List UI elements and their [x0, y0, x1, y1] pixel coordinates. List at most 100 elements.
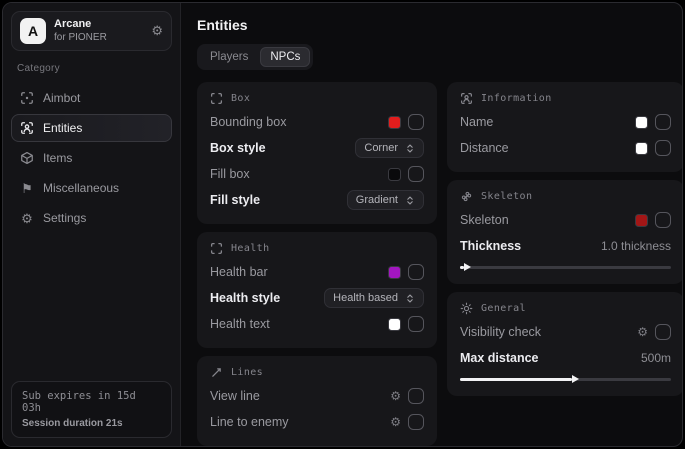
- card-box: Box Bounding box Box style Corner Fill b…: [197, 82, 437, 224]
- card-title: Information: [481, 93, 552, 104]
- color-swatch[interactable]: [388, 318, 401, 331]
- subscription-info: Sub expires in 15d 03h Session duration …: [11, 381, 172, 438]
- gear-icon: ⚙: [20, 212, 34, 225]
- app-subtitle: for PIONER: [54, 32, 143, 45]
- checkbox[interactable]: [408, 264, 424, 280]
- setting-row: Name: [460, 109, 671, 135]
- person-scan-icon: [460, 92, 473, 105]
- chevrons-up-down-icon: [405, 195, 415, 206]
- checkbox[interactable]: [655, 114, 671, 130]
- main-content: Entities Players NPCs Box Bounding box: [181, 3, 683, 446]
- checkbox[interactable]: [655, 140, 671, 156]
- sub-expiry-text: Sub expires in 15d 03h: [22, 390, 161, 414]
- sidebar-item-label: Entities: [43, 121, 82, 135]
- max-distance-slider[interactable]: [460, 373, 671, 385]
- card-title: Lines: [231, 367, 263, 378]
- card-title: General: [481, 303, 526, 314]
- color-swatch[interactable]: [388, 116, 401, 129]
- setting-row: Thickness 1.0 thickness: [460, 233, 671, 259]
- gear-icon[interactable]: ⚙: [390, 390, 401, 402]
- setting-row: Health bar: [210, 259, 424, 285]
- person-scan-icon: [20, 121, 34, 135]
- tab-bar: Players NPCs: [197, 44, 313, 70]
- setting-label: Max distance: [460, 351, 539, 365]
- setting-label: Thickness: [460, 239, 521, 253]
- setting-row: Max distance 500m: [460, 345, 671, 371]
- color-swatch[interactable]: [635, 214, 648, 227]
- chevrons-up-down-icon: [405, 143, 415, 154]
- setting-label: Health bar: [210, 265, 268, 279]
- setting-row: Skeleton: [460, 207, 671, 233]
- setting-label: Health style: [210, 291, 280, 305]
- setting-label: Visibility check: [460, 325, 541, 339]
- tab-players[interactable]: Players: [200, 47, 258, 67]
- box-style-dropdown[interactable]: Corner: [355, 138, 424, 158]
- setting-label: Name: [460, 115, 493, 129]
- checkbox[interactable]: [408, 166, 424, 182]
- setting-label: Skeleton: [460, 213, 509, 227]
- flag-icon: ⚑: [20, 182, 34, 195]
- sidebar-item-settings[interactable]: ⚙ Settings: [11, 204, 172, 232]
- setting-row: Fill style Gradient: [210, 187, 424, 213]
- tab-npcs[interactable]: NPCs: [260, 47, 310, 67]
- setting-row: Visibility check ⚙: [460, 319, 671, 345]
- crosshair-scan-icon: [20, 91, 34, 105]
- setting-label: Health text: [210, 317, 270, 331]
- sidebar-item-aimbot[interactable]: Aimbot: [11, 84, 172, 112]
- setting-row: Distance: [460, 135, 671, 161]
- bone-icon: [460, 190, 473, 203]
- setting-row: View line ⚙: [210, 383, 424, 409]
- cube-icon: [20, 151, 34, 165]
- page-title: Entities: [197, 17, 683, 33]
- sun-icon: [460, 302, 473, 315]
- color-swatch[interactable]: [635, 142, 648, 155]
- gear-icon[interactable]: ⚙: [637, 326, 648, 338]
- checkbox[interactable]: [408, 316, 424, 332]
- chevrons-up-down-icon: [405, 293, 415, 304]
- card-title: Skeleton: [481, 191, 532, 202]
- sidebar-item-label: Settings: [43, 211, 86, 225]
- sidebar-item-entities[interactable]: Entities: [11, 114, 172, 142]
- color-swatch[interactable]: [388, 266, 401, 279]
- card-general: General Visibility check ⚙ Max distance …: [447, 292, 683, 396]
- setting-label: Fill box: [210, 167, 250, 181]
- setting-row: Health style Health based: [210, 285, 424, 311]
- slider-handle[interactable]: [572, 375, 579, 383]
- card-title: Health: [231, 243, 270, 254]
- setting-label: Box style: [210, 141, 266, 155]
- thickness-slider[interactable]: [460, 261, 671, 273]
- slider-handle[interactable]: [464, 263, 471, 271]
- sidebar-item-items[interactable]: Items: [11, 144, 172, 172]
- setting-row: Box style Corner: [210, 135, 424, 161]
- color-swatch[interactable]: [635, 116, 648, 129]
- setting-label: Fill style: [210, 193, 260, 207]
- health-style-dropdown[interactable]: Health based: [324, 288, 424, 308]
- checkbox[interactable]: [655, 324, 671, 340]
- card-health: Health Health bar Health style Health ba…: [197, 232, 437, 348]
- max-distance-value: 500m: [641, 351, 671, 365]
- gear-icon[interactable]: ⚙: [390, 416, 401, 428]
- checkbox[interactable]: [408, 414, 424, 430]
- setting-row: Fill box: [210, 161, 424, 187]
- sidebar-item-label: Miscellaneous: [43, 181, 119, 195]
- checkbox[interactable]: [655, 212, 671, 228]
- thickness-value: 1.0 thickness: [601, 239, 671, 253]
- checkbox[interactable]: [408, 388, 424, 404]
- scan-brackets-icon: [210, 242, 223, 255]
- app-logo: A: [20, 18, 46, 44]
- app-title: Arcane: [54, 18, 143, 32]
- card-information: Information Name Distance: [447, 82, 683, 172]
- gear-icon[interactable]: ⚙: [151, 23, 163, 39]
- scan-brackets-icon: [210, 92, 223, 105]
- sidebar-nav: Aimbot Entities Items ⚑ Miscellaneous ⚙ …: [11, 82, 172, 381]
- diagonal-line-icon: [210, 366, 223, 379]
- setting-label: Line to enemy: [210, 415, 289, 429]
- fill-style-dropdown[interactable]: Gradient: [347, 190, 424, 210]
- checkbox[interactable]: [408, 114, 424, 130]
- sidebar-item-miscellaneous[interactable]: ⚑ Miscellaneous: [11, 174, 172, 202]
- sidebar-item-label: Items: [43, 151, 72, 165]
- card-lines: Lines View line ⚙ Line to enemy ⚙: [197, 356, 437, 446]
- color-swatch[interactable]: [388, 168, 401, 181]
- sidebar-item-label: Aimbot: [43, 91, 80, 105]
- setting-row: Health text: [210, 311, 424, 337]
